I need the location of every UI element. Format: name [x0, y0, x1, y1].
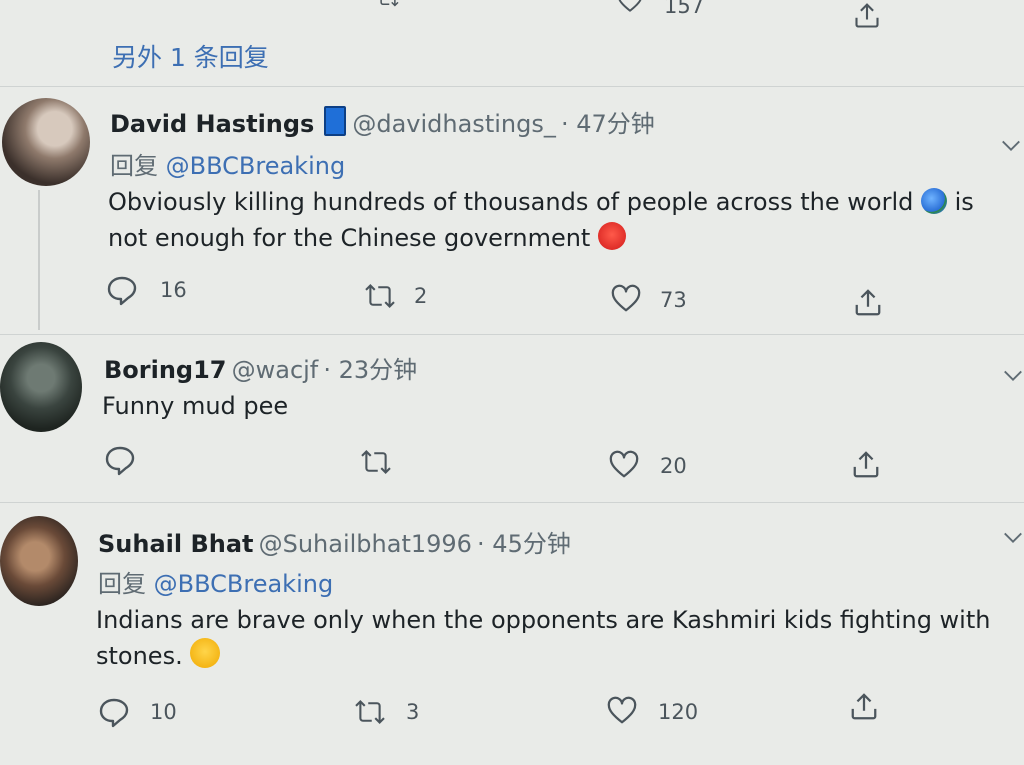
like-count: 73: [660, 288, 687, 312]
retweet-count: 2: [414, 284, 428, 308]
like-count: 120: [658, 700, 699, 724]
share-icon[interactable]: [852, 288, 884, 318]
share-icon[interactable]: [848, 692, 880, 722]
divider: [0, 86, 1024, 87]
like-count: 20: [660, 454, 687, 478]
reply-icon[interactable]: [104, 444, 136, 476]
chevron-down-icon[interactable]: [1000, 138, 1022, 154]
author-name[interactable]: Boring17: [104, 356, 227, 384]
heart-icon[interactable]: [606, 696, 638, 726]
chevron-down-icon[interactable]: [1002, 530, 1024, 546]
heart-icon[interactable]: [615, 0, 645, 14]
retweet-icon[interactable]: [352, 698, 388, 726]
share-icon[interactable]: [850, 450, 882, 480]
reply-to-link[interactable]: @BBCBreaking: [166, 152, 346, 180]
author-name[interactable]: David Hastings: [110, 110, 314, 138]
phone-badge-icon: [324, 106, 347, 136]
reply-icon[interactable]: [106, 274, 138, 306]
author-handle[interactable]: @Suhailbhat1996: [259, 530, 472, 558]
reply-prefix: 回复: [98, 570, 146, 598]
retweet-count: 3: [406, 700, 420, 724]
avatar[interactable]: [2, 98, 90, 186]
timestamp[interactable]: · 47分钟: [561, 110, 655, 138]
heart-icon[interactable]: [608, 450, 640, 480]
tweet-text: Indians are brave only when the opponent…: [96, 606, 991, 670]
timestamp[interactable]: · 23分钟: [323, 356, 417, 384]
retweet-icon[interactable]: [362, 282, 398, 310]
reply-icon[interactable]: [98, 696, 130, 728]
author-handle[interactable]: @davidhastings_: [352, 110, 556, 138]
reply-prefix: 回复: [110, 152, 158, 180]
like-count: 157: [664, 0, 705, 18]
heart-icon[interactable]: [610, 284, 642, 314]
retweet-icon[interactable]: [358, 448, 394, 476]
reply-count: 10: [150, 700, 177, 724]
author-name[interactable]: Suhail Bhat: [98, 530, 254, 558]
divider: [0, 334, 1024, 335]
show-more-replies-link[interactable]: 另外 1 条回复: [112, 38, 269, 74]
globe-emoji: [921, 188, 947, 214]
tweet-text: Obviously killing hundreds of thousands …: [108, 188, 974, 252]
tweet-text: Funny mud pee: [102, 392, 289, 420]
retweet-icon[interactable]: [370, 0, 406, 8]
avatar[interactable]: [0, 516, 78, 606]
tears-of-joy-emoji: [190, 638, 221, 668]
chevron-down-icon[interactable]: [1002, 368, 1024, 384]
timestamp[interactable]: · 45分钟: [477, 530, 571, 558]
thread-line: [38, 190, 40, 330]
divider: [0, 502, 1024, 503]
share-icon[interactable]: [852, 2, 882, 30]
reply-count: 16: [160, 278, 187, 302]
avatar[interactable]: [0, 342, 82, 432]
author-handle[interactable]: @wacjf: [232, 356, 319, 384]
reply-to-link[interactable]: @BBCBreaking: [154, 570, 334, 598]
angry-face-emoji: [597, 222, 626, 250]
